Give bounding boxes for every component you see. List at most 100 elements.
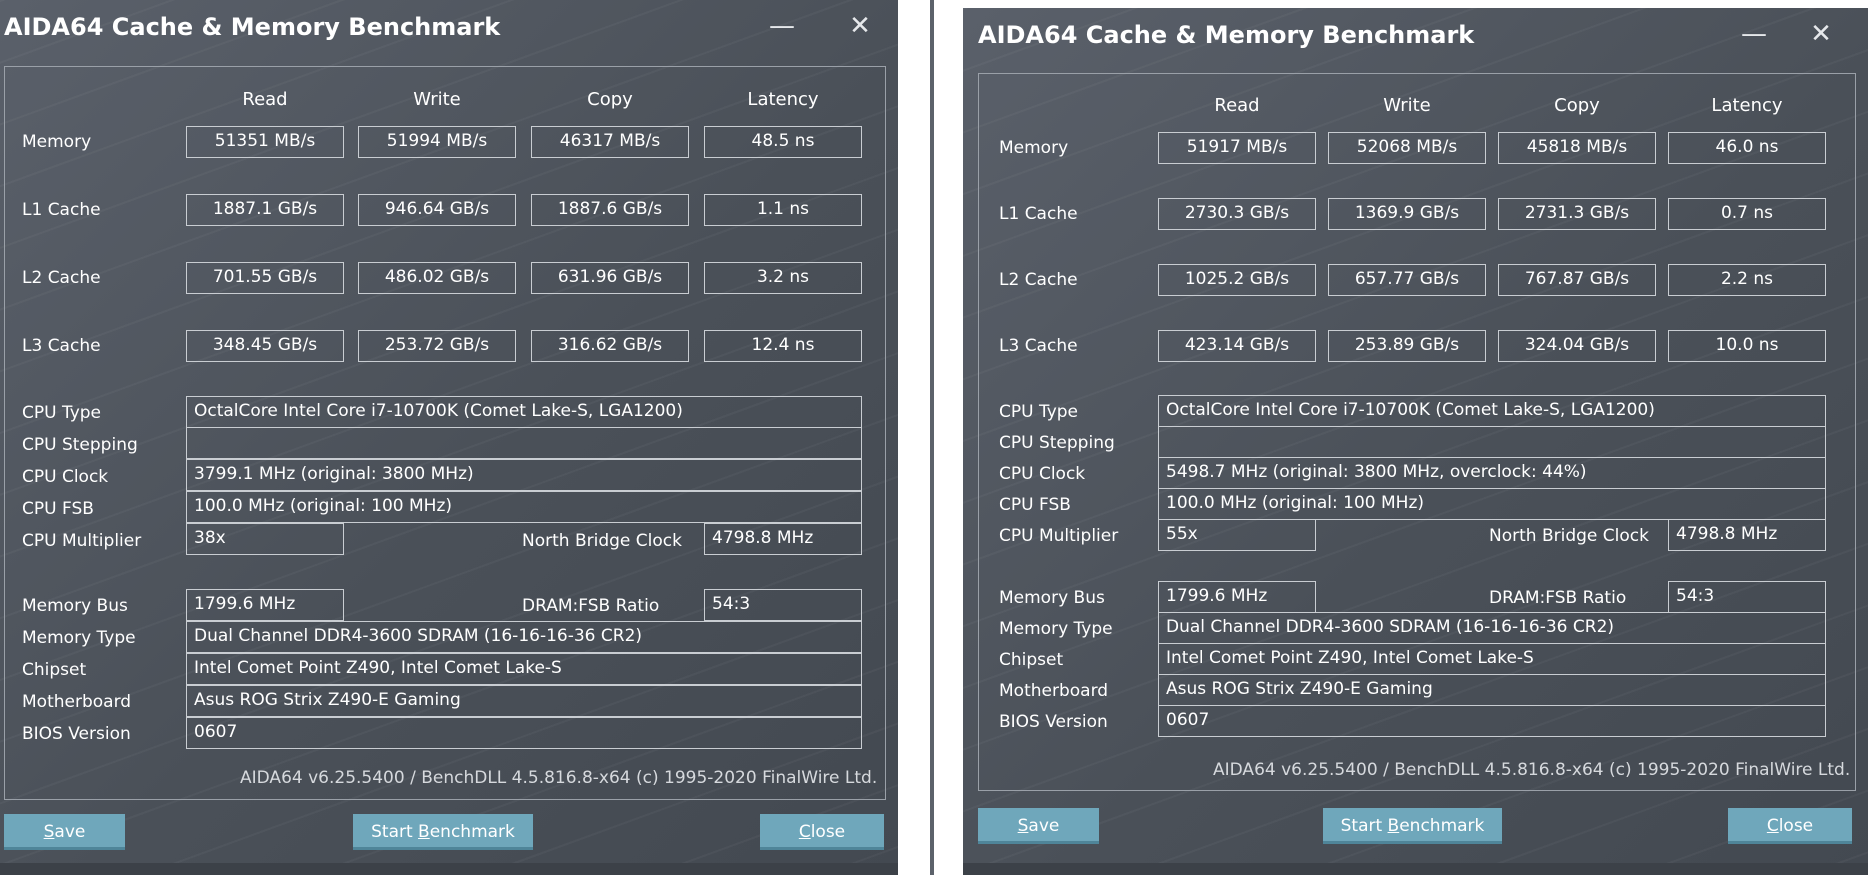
row-l2-label: L2 Cache (22, 268, 101, 288)
l1-copy-value: 2731.3 GB/s (1498, 198, 1656, 230)
cpu-multiplier-label: CPU Multiplier (22, 531, 142, 551)
window-bottom-bar (0, 863, 898, 875)
chipset-value: Intel Comet Point Z490, Intel Comet Lake… (1158, 643, 1826, 675)
l2-write-value: 657.77 GB/s (1328, 264, 1486, 296)
cpu-multiplier-value: 38x (186, 523, 344, 555)
col-latency-header: Latency (747, 89, 819, 110)
memory-write-value: 52068 MB/s (1328, 132, 1486, 164)
l1-latency-value: 1.1 ns (704, 194, 862, 226)
l3-copy-value: 324.04 GB/s (1498, 330, 1656, 362)
cpu-multiplier-label: CPU Multiplier (999, 526, 1119, 546)
memory-type-value: Dual Channel DDR4-3600 SDRAM (16-16-16-3… (1158, 612, 1826, 644)
col-read-header: Read (242, 89, 288, 110)
l3-read-value: 348.45 GB/s (186, 330, 344, 362)
motherboard-label: Motherboard (999, 681, 1109, 701)
window-title: AIDA64 Cache & Memory Benchmark (978, 21, 1475, 49)
l3-copy-value: 316.62 GB/s (531, 330, 689, 362)
chipset-label: Chipset (22, 660, 87, 680)
col-latency-header: Latency (1711, 95, 1783, 116)
cpu-type-label: CPU Type (999, 402, 1079, 422)
l1-read-value: 2730.3 GB/s (1158, 198, 1316, 230)
cpu-stepping-label: CPU Stepping (22, 435, 138, 455)
l3-latency-value: 10.0 ns (1668, 330, 1826, 362)
nb-clock-label: North Bridge Clock (1489, 526, 1649, 546)
memory-copy-value: 46317 MB/s (531, 126, 689, 158)
memory-latency-value: 46.0 ns (1668, 132, 1826, 164)
close-button[interactable]: Close (760, 814, 884, 850)
close-icon[interactable]: ✕ (838, 6, 882, 46)
memory-type-value: Dual Channel DDR4-3600 SDRAM (16-16-16-3… (186, 621, 862, 653)
motherboard-value: Asus ROG Strix Z490-E Gaming (186, 685, 862, 717)
dram-fsb-ratio-label: DRAM:FSB Ratio (1489, 588, 1627, 608)
cpu-type-label: CPU Type (22, 403, 102, 423)
l1-write-value: 1369.9 GB/s (1328, 198, 1486, 230)
cpu-stepping-value (1158, 426, 1826, 458)
l3-latency-value: 12.4 ns (704, 330, 862, 362)
bios-version-value: 0607 (1158, 705, 1826, 737)
save-button[interactable]: Save (4, 814, 125, 850)
memory-bus-value: 1799.6 MHz (186, 589, 344, 621)
minimize-icon[interactable]: — (1732, 14, 1776, 54)
cpu-fsb-value: 100.0 MHz (original: 100 MHz) (186, 491, 862, 523)
window-title: AIDA64 Cache & Memory Benchmark (4, 13, 501, 41)
memory-latency-value: 48.5 ns (704, 126, 862, 158)
l2-read-value: 701.55 GB/s (186, 262, 344, 294)
memory-type-label: Memory Type (22, 628, 136, 648)
l2-latency-value: 2.2 ns (1668, 264, 1826, 296)
bios-version-label: BIOS Version (22, 724, 131, 744)
memory-type-label: Memory Type (999, 619, 1113, 639)
row-memory-label: Memory (999, 138, 1069, 158)
col-write-header: Write (1383, 95, 1431, 116)
close-button[interactable]: Close (1728, 808, 1852, 844)
cpu-stepping-label: CPU Stepping (999, 433, 1115, 453)
cpu-clock-label: CPU Clock (999, 464, 1086, 484)
memory-read-value: 51351 MB/s (186, 126, 344, 158)
row-l1-label: L1 Cache (999, 204, 1078, 224)
l2-latency-value: 3.2 ns (704, 262, 862, 294)
start-benchmark-button[interactable]: Start Benchmark (1323, 808, 1502, 844)
nb-clock-label: North Bridge Clock (522, 531, 682, 551)
memory-bus-label: Memory Bus (999, 588, 1105, 608)
l3-write-value: 253.72 GB/s (358, 330, 516, 362)
nb-clock-value: 4798.8 MHz (1668, 519, 1826, 551)
minimize-icon[interactable]: — (760, 6, 804, 46)
motherboard-value: Asus ROG Strix Z490-E Gaming (1158, 674, 1826, 706)
l2-write-value: 486.02 GB/s (358, 262, 516, 294)
chipset-label: Chipset (999, 650, 1064, 670)
dram-fsb-ratio-value: 54:3 (1668, 581, 1826, 613)
motherboard-label: Motherboard (22, 692, 132, 712)
cpu-type-value: OctalCore Intel Core i7-10700K (Comet La… (1158, 395, 1826, 427)
l1-read-value: 1887.1 GB/s (186, 194, 344, 226)
cpu-fsb-label: CPU FSB (22, 499, 94, 519)
l2-copy-value: 767.87 GB/s (1498, 264, 1656, 296)
l2-read-value: 1025.2 GB/s (1158, 264, 1316, 296)
col-copy-header: Copy (1554, 95, 1600, 116)
row-l3-label: L3 Cache (22, 336, 101, 356)
memory-copy-value: 45818 MB/s (1498, 132, 1656, 164)
window-bottom-bar (963, 863, 1868, 875)
l1-latency-value: 0.7 ns (1668, 198, 1826, 230)
col-write-header: Write (413, 89, 461, 110)
benchmark-window-left: AIDA64 Cache & Memory Benchmark — ✕ Read… (0, 0, 898, 875)
cpu-type-value: OctalCore Intel Core i7-10700K (Comet La… (186, 396, 862, 428)
cpu-fsb-value: 100.0 MHz (original: 100 MHz) (1158, 488, 1826, 520)
row-l1-label: L1 Cache (22, 200, 101, 220)
l3-write-value: 253.89 GB/s (1328, 330, 1486, 362)
dram-fsb-ratio-value: 54:3 (704, 589, 862, 621)
start-benchmark-button[interactable]: Start Benchmark (353, 814, 533, 850)
save-button[interactable]: Save (978, 808, 1099, 844)
l1-copy-value: 1887.6 GB/s (531, 194, 689, 226)
l3-read-value: 423.14 GB/s (1158, 330, 1316, 362)
bios-version-label: BIOS Version (999, 712, 1108, 732)
nb-clock-value: 4798.8 MHz (704, 523, 862, 555)
row-l2-label: L2 Cache (999, 270, 1078, 290)
memory-write-value: 51994 MB/s (358, 126, 516, 158)
cpu-fsb-label: CPU FSB (999, 495, 1071, 515)
col-copy-header: Copy (587, 89, 633, 110)
close-icon[interactable]: ✕ (1799, 14, 1843, 54)
chipset-value: Intel Comet Point Z490, Intel Comet Lake… (186, 653, 862, 685)
dram-fsb-ratio-label: DRAM:FSB Ratio (522, 596, 660, 616)
benchmark-window-right: AIDA64 Cache & Memory Benchmark — ✕ Read… (963, 8, 1868, 875)
cpu-stepping-value (186, 427, 862, 459)
version-footer: AIDA64 v6.25.5400 / BenchDLL 4.5.816.8-x… (1213, 760, 1851, 780)
